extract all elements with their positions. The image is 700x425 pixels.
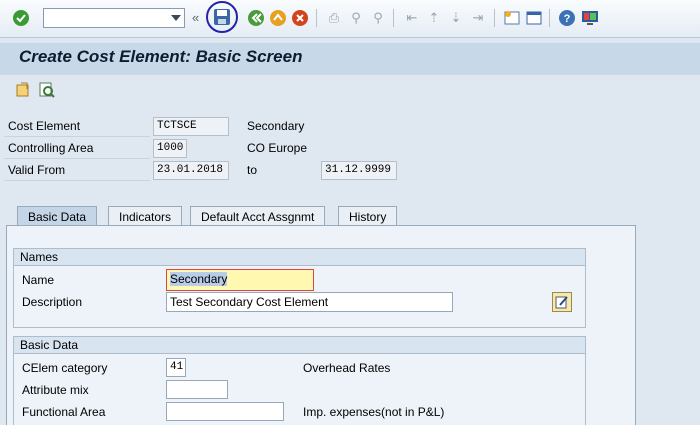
attribute-mix-field[interactable] <box>166 380 228 399</box>
chevron-down-icon[interactable] <box>171 15 181 21</box>
functional-area-text: Imp. expenses(not in P&L) <box>303 405 445 419</box>
tab-default-acct-assgnmt[interactable]: Default Acct Assgnmt <box>190 206 326 226</box>
page-title: Create Cost Element: Basic Screen <box>19 47 303 66</box>
application-toolbar <box>0 75 700 105</box>
basic-data-group-title: Basic Data <box>14 337 585 354</box>
prev-page-icon[interactable]: ⇡ <box>425 9 443 27</box>
valid-from-label: Valid From <box>8 163 66 177</box>
title-bar: Create Cost Element: Basic Screen <box>0 43 700 75</box>
command-field[interactable] <box>43 8 185 28</box>
print-icon[interactable]: ⎙ <box>325 9 343 27</box>
toolbar-separator <box>494 9 495 27</box>
tab-history[interactable]: History <box>338 206 398 226</box>
help-icon[interactable]: ? <box>558 9 576 27</box>
row-divider <box>4 180 150 181</box>
back-icon[interactable] <box>247 9 265 27</box>
collapse-arrows-icon[interactable]: « <box>192 10 199 25</box>
attribute-mix-label: Attribute mix <box>22 383 89 397</box>
long-text-edit-icon[interactable] <box>552 292 572 312</box>
name-field-value: Secondary <box>170 272 228 286</box>
tab-indicators[interactable]: Indicators <box>108 206 183 226</box>
svg-text:?: ? <box>564 13 571 25</box>
description-field[interactable]: Test Secondary Cost Element <box>166 292 453 312</box>
celem-category-label: CElem category <box>22 361 108 375</box>
new-session-icon[interactable] <box>503 9 521 27</box>
row-divider <box>4 136 150 137</box>
display-icon[interactable] <box>38 81 56 99</box>
exit-icon[interactable] <box>269 9 287 27</box>
tab-basic-data[interactable]: Basic Data <box>17 206 98 226</box>
toolbar-separator <box>393 9 394 27</box>
name-label: Name <box>22 273 55 287</box>
controlling-area-text: CO Europe <box>247 141 308 155</box>
save-icon[interactable] <box>213 8 231 26</box>
description-label: Description <box>22 295 83 309</box>
last-page-icon[interactable]: ⇥ <box>469 9 487 27</box>
controlling-area-label: Controlling Area <box>8 141 94 155</box>
valid-from-field: 23.01.2018 <box>153 161 229 180</box>
functional-area-field[interactable] <box>166 402 284 421</box>
find-next-icon[interactable]: ⚲ <box>369 9 387 27</box>
functional-area-label: Functional Area <box>22 405 106 419</box>
valid-to-field: 31.12.9999 <box>321 161 397 180</box>
check-icon[interactable] <box>12 9 30 27</box>
to-label: to <box>247 163 258 177</box>
name-field[interactable]: Secondary <box>166 269 314 291</box>
controlling-area-field: 1000 <box>153 139 187 158</box>
cost-element-label: Cost Element <box>8 119 81 133</box>
cost-element-type-text: Secondary <box>247 119 305 133</box>
find-icon[interactable]: ⚲ <box>347 9 365 27</box>
names-group-title: Names <box>14 249 585 266</box>
cancel-icon[interactable] <box>291 9 309 27</box>
other-cost-element-icon[interactable] <box>14 81 32 99</box>
shortcut-icon[interactable] <box>525 9 543 27</box>
cost-element-field: TCTSCE <box>153 117 229 136</box>
standard-toolbar: « ⎙ ⚲ ⚲ ⇤ ⇡ ⇣ ⇥ ? <box>0 0 700 38</box>
first-page-icon[interactable]: ⇤ <box>403 9 421 27</box>
toolbar-separator <box>316 9 317 27</box>
customize-icon[interactable] <box>581 9 599 27</box>
toolbar-separator <box>549 9 550 27</box>
celem-category-text: Overhead Rates <box>303 361 391 375</box>
row-divider <box>4 158 150 159</box>
celem-category-field[interactable]: 41 <box>166 358 186 377</box>
next-page-icon[interactable]: ⇣ <box>447 9 465 27</box>
